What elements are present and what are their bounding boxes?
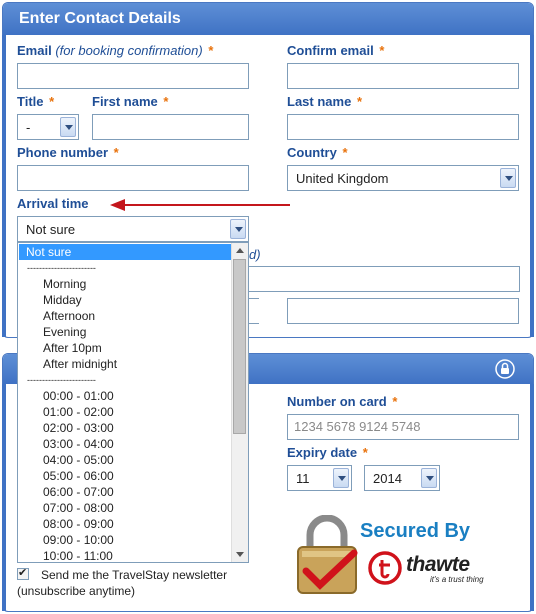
dropdown-option[interactable]: 05:00 - 06:00 <box>43 468 114 484</box>
dropdown-option[interactable]: 04:00 - 05:00 <box>43 452 114 468</box>
expiry-month-value: 11 <box>296 471 310 486</box>
confirm-email-field[interactable] <box>287 63 519 89</box>
card-number-label-text: Number on card <box>287 394 387 409</box>
email-label: Email (for booking confirmation) * <box>17 43 213 58</box>
dropdown-option[interactable]: 06:00 - 07:00 <box>43 484 114 500</box>
first-name-label: First name * <box>92 94 168 109</box>
required-star: * <box>342 145 348 160</box>
expiry-year-select[interactable]: 2014 <box>364 465 440 491</box>
last-name-field[interactable] <box>287 114 519 140</box>
card-number-label: Number on card * <box>287 394 397 409</box>
arrival-time-select-value: Not sure <box>26 222 76 237</box>
dropdown-option[interactable]: 01:00 - 02:00 <box>43 404 114 420</box>
expiry-month-select[interactable]: 11 <box>287 465 352 491</box>
extra-field-2[interactable] <box>287 298 519 324</box>
last-name-label: Last name * <box>287 94 362 109</box>
pointer-arrow-icon <box>110 199 290 211</box>
scrollbar-thumb[interactable] <box>233 259 246 434</box>
arrival-time-dropdown-list[interactable]: Not sure ----------------------- Morning Mi… <box>17 242 249 563</box>
dropdown-option[interactable]: Afternoon <box>43 308 95 324</box>
arrival-time-label-text: Arrival time <box>17 196 89 211</box>
secured-by-text: Secured By <box>360 520 471 542</box>
phone-label: Phone number * <box>17 145 119 160</box>
dropdown-option[interactable]: Not sure <box>19 244 232 260</box>
dropdown-option[interactable]: 02:00 - 03:00 <box>43 420 114 436</box>
title-select-value: - <box>26 120 31 135</box>
dropdown-option[interactable]: Midday <box>43 292 82 308</box>
panel-left-border <box>2 35 6 337</box>
padlock-seal-icon <box>297 515 358 594</box>
chevron-down-icon[interactable] <box>333 468 349 488</box>
first-name-label-text: First name <box>92 94 158 109</box>
required-star: * <box>362 445 368 460</box>
dropdown-option[interactable]: 07:00 - 08:00 <box>43 500 114 516</box>
chevron-down-icon[interactable] <box>500 168 516 188</box>
newsletter-checkbox[interactable] <box>17 566 29 580</box>
title-label-text: Title <box>17 94 44 109</box>
dropdown-scrollbar[interactable] <box>231 243 248 562</box>
expiry-year-value: 2014 <box>373 471 402 486</box>
country-select-value: United Kingdom <box>296 171 389 186</box>
required-star: * <box>356 94 362 109</box>
country-label: Country * <box>287 145 348 160</box>
required-star: * <box>49 94 55 109</box>
dropdown-option[interactable]: Evening <box>43 324 86 340</box>
dropdown-option[interactable]: 03:00 - 04:00 <box>43 436 114 452</box>
newsletter-label: Send me the TravelStay newsletter <box>41 568 228 582</box>
dropdown-option[interactable]: After 10pm <box>43 340 102 356</box>
thawte-wordmark: thawte <box>406 553 470 576</box>
required-star: * <box>208 43 214 58</box>
lock-icon <box>495 359 515 379</box>
panel-left-border <box>2 384 6 611</box>
title-label: Title * <box>17 94 54 109</box>
dropdown-option[interactable]: 10:00 - 11:00 <box>43 548 113 562</box>
dropdown-option[interactable]: ----------------------- <box>27 260 96 276</box>
phone-label-text: Phone number <box>17 145 109 160</box>
email-field[interactable] <box>17 63 249 89</box>
dropdown-option[interactable]: 09:00 - 10:00 <box>43 532 114 548</box>
chevron-down-icon[interactable] <box>230 219 246 239</box>
country-label-text: Country <box>287 145 337 160</box>
required-star: * <box>379 43 385 58</box>
confirm-email-label: Confirm email * <box>287 43 384 58</box>
scroll-down-icon[interactable] <box>236 552 244 557</box>
email-label-text: Email <box>17 43 52 58</box>
email-note: (for booking confirmation) <box>55 43 203 58</box>
panel-right-border <box>530 384 534 611</box>
arrival-time-select[interactable]: Not sure <box>17 216 249 242</box>
dropdown-option[interactable]: After midnight <box>43 356 117 372</box>
thawte-logo-icon <box>368 551 402 585</box>
newsletter-sub-label: (unsubscribe anytime) <box>17 584 136 598</box>
scroll-up-icon[interactable] <box>236 248 244 253</box>
dropdown-option[interactable]: 08:00 - 09:00 <box>43 516 114 532</box>
required-star: * <box>163 94 169 109</box>
extra-field-1[interactable] <box>247 266 520 292</box>
chevron-down-icon[interactable] <box>60 117 76 137</box>
title-select[interactable]: - <box>17 114 79 140</box>
partial-label: d) <box>249 247 261 262</box>
dropdown-option[interactable]: ----------------------- <box>27 372 96 388</box>
thawte-tagline: it's a trust thing <box>430 575 484 584</box>
required-star: * <box>392 394 398 409</box>
confirm-email-label-text: Confirm email <box>287 43 374 58</box>
chevron-down-icon[interactable] <box>421 468 437 488</box>
dropdown-option[interactable]: 00:00 - 01:00 <box>43 388 114 404</box>
last-name-label-text: Last name <box>287 94 352 109</box>
expiry-date-label-text: Expiry date <box>287 445 358 460</box>
panel-right-border <box>530 35 534 337</box>
required-star: * <box>113 145 119 160</box>
country-select[interactable]: United Kingdom <box>287 165 519 191</box>
phone-field[interactable] <box>17 165 249 191</box>
dropdown-option[interactable]: Morning <box>43 276 86 292</box>
expiry-date-label: Expiry date * <box>287 445 368 460</box>
card-number-field[interactable]: 1234 5678 9124 5748 <box>287 414 519 440</box>
first-name-field[interactable] <box>92 114 249 140</box>
arrival-time-label: Arrival time <box>17 196 89 211</box>
panel-title: Enter Contact Details <box>3 3 533 35</box>
